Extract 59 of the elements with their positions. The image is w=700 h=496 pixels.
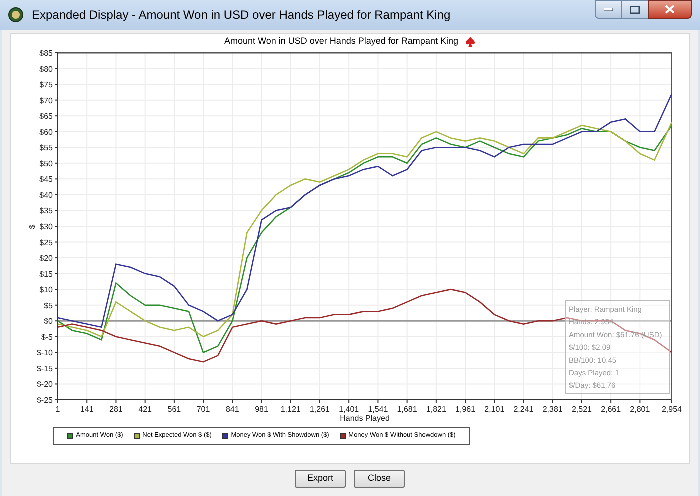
minimize-button[interactable] xyxy=(595,0,622,19)
y-tick-label: $80 xyxy=(40,64,53,74)
x-tick-label: 1,541 xyxy=(368,405,388,414)
dialog-button[interactable]: Export xyxy=(295,470,346,488)
y-axis-label: $ xyxy=(28,224,37,230)
y-tick-label: $45 xyxy=(40,175,53,184)
y-tick-label: $0 xyxy=(44,317,53,326)
y-tick-label: $-25 xyxy=(36,396,53,405)
spade-icon xyxy=(466,37,476,47)
x-tick-label: 561 xyxy=(168,405,182,414)
close-icon xyxy=(665,5,675,14)
x-tick-label: 2,521 xyxy=(572,405,592,414)
minimize-icon xyxy=(604,8,613,11)
x-tick-label: 2,381 xyxy=(542,405,563,414)
y-tick-label: $65 xyxy=(40,112,53,122)
y-tick-label: $50 xyxy=(40,159,53,168)
maximize-button[interactable] xyxy=(622,0,648,19)
x-tick-label: 841 xyxy=(226,405,240,414)
y-tick-label: $25 xyxy=(40,238,53,248)
y-tick-label: $55 xyxy=(40,144,53,153)
x-tick-label: 421 xyxy=(138,405,152,414)
dialog-button[interactable]: Close xyxy=(354,470,405,488)
poker-chip-icon xyxy=(8,7,24,23)
y-tick-label: $20 xyxy=(40,254,53,264)
y-tick-label: $40 xyxy=(40,190,53,200)
window-title: Expanded Display - Amount Won in USD over Hands Played for Rampant King xyxy=(32,7,451,24)
y-tick-label: $10 xyxy=(40,286,53,295)
y-tick-label: $5 xyxy=(44,301,53,310)
x-axis-label: Hands Played xyxy=(340,414,390,423)
x-tick-label: 2,801 xyxy=(630,405,650,414)
y-tick-label: $15 xyxy=(40,270,53,279)
x-tick-label: 2,661 xyxy=(601,405,622,414)
y-tick-label: $35 xyxy=(40,206,53,216)
y-tick-label: $70 xyxy=(40,96,53,106)
x-tick-label: 701 xyxy=(196,405,210,414)
x-tick-label: 1,961 xyxy=(456,405,476,414)
x-tick-label: 2,241 xyxy=(514,405,534,414)
x-tick-label: 1,121 xyxy=(280,405,301,414)
x-tick-label: 1,401 xyxy=(339,405,360,414)
y-tick-label: $-10 xyxy=(36,348,53,358)
maximize-icon xyxy=(630,6,640,14)
x-tick-label: 281 xyxy=(110,405,123,414)
y-tick-label: $-20 xyxy=(36,380,53,390)
x-tick-label: 1,681 xyxy=(397,405,418,414)
close-button[interactable] xyxy=(648,0,692,19)
x-tick-label: 141 xyxy=(80,405,94,414)
x-tick-label: 2,954 xyxy=(662,405,682,414)
x-tick-label: 981 xyxy=(255,405,268,414)
y-tick-label: $-15 xyxy=(36,364,53,374)
y-tick-label: $85 xyxy=(40,49,53,58)
y-tick-label: $30 xyxy=(40,222,53,232)
x-tick-label: 2,101 xyxy=(484,405,505,414)
y-tick-label: $-5 xyxy=(41,332,53,342)
y-tick-label: $75 xyxy=(40,80,53,90)
x-tick-label: 1,821 xyxy=(426,405,446,414)
y-tick-label: $60 xyxy=(40,128,53,137)
x-tick-label: 1,261 xyxy=(310,405,330,414)
chart-title: Amount Won in USD over Hands Played for Rampant King xyxy=(224,35,458,48)
x-tick-label: 1 xyxy=(56,405,60,414)
